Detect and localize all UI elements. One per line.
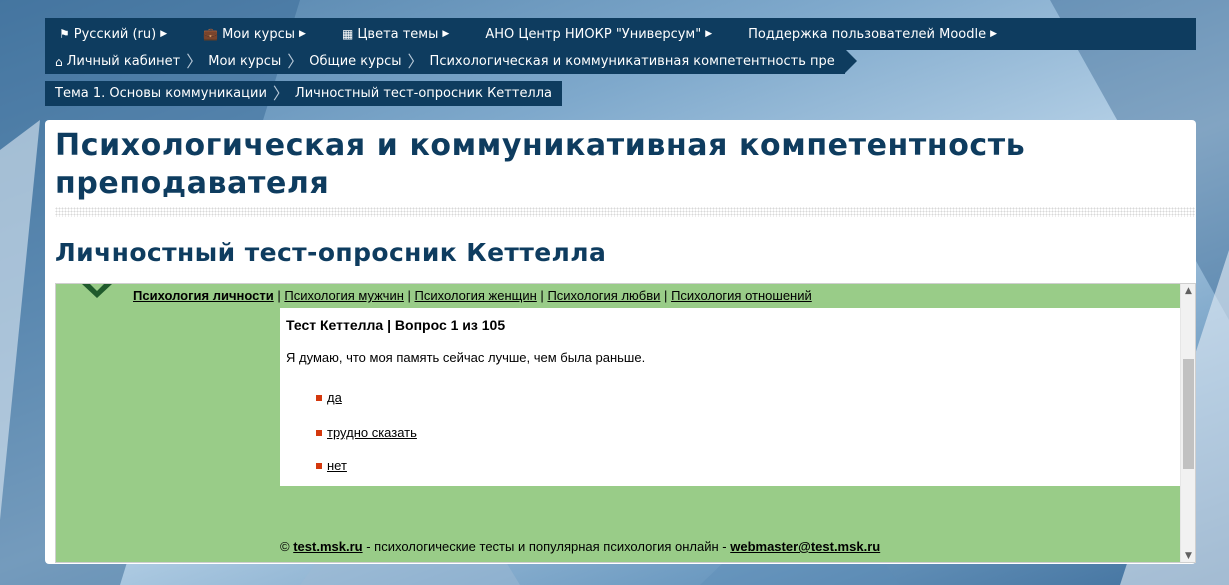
- topic-link-love[interactable]: Психология любви: [547, 288, 660, 303]
- nav-item-label: Цвета темы: [357, 26, 439, 42]
- site-link[interactable]: test.msk.ru: [293, 539, 362, 554]
- bullet-icon: [316, 462, 322, 469]
- breadcrumb-general-courses[interactable]: Общие курсы: [309, 54, 401, 69]
- flag-icon: ⚑: [59, 27, 70, 41]
- scrollbar-thumb[interactable]: [1183, 359, 1194, 469]
- frame-scrollbar[interactable]: ▲ ▼: [1180, 284, 1195, 562]
- chevron-down-icon: [82, 284, 112, 298]
- embedded-test-frame[interactable]: Психология личности | Психология мужчин …: [55, 283, 1196, 563]
- caret-right-icon: ▶: [442, 29, 450, 39]
- divider: [55, 207, 1195, 217]
- breadcrumb-separator-icon: 〉: [407, 51, 424, 71]
- grid-icon: ▦: [341, 27, 354, 41]
- nav-item-my-courses[interactable]: 💼 Мои курсы ▶: [203, 27, 306, 42]
- footer-description: - психологические тесты и популярная пси…: [366, 539, 727, 554]
- nav-item-label: Поддержка пользователей Moodle: [748, 26, 987, 42]
- breadcrumb-secondary: Тема 1. Основы коммуникации 〉 Личностный…: [45, 81, 563, 106]
- nav-item-organization[interactable]: АНО Центр НИОКР "Универсум" ▶: [485, 27, 712, 42]
- topic-link-women[interactable]: Психология женщин: [415, 288, 537, 303]
- answer-option: да: [316, 390, 342, 405]
- breadcrumb-my-courses[interactable]: Мои курсы: [208, 54, 281, 69]
- bullet-icon: [316, 394, 322, 401]
- scroll-down-icon[interactable]: ▼: [1181, 549, 1195, 562]
- breadcrumb-course[interactable]: Психологическая и коммуникативная компет…: [430, 54, 835, 69]
- breadcrumb-dashboard[interactable]: Личный кабинет: [67, 54, 181, 69]
- page-title: Личностный тест-опросник Кеттелла: [55, 238, 607, 267]
- breadcrumb-topic[interactable]: Тема 1. Основы коммуникации: [55, 86, 267, 101]
- course-title: Психологическая и коммуникативная компет…: [55, 128, 1026, 201]
- topic-separator: |: [540, 288, 544, 303]
- answer-no-link[interactable]: нет: [327, 458, 347, 473]
- topic-bar: Психология личности | Психология мужчин …: [56, 284, 1181, 308]
- nav-item-language[interactable]: ⚑ Русский ‎(ru)‎ ▶: [59, 27, 167, 42]
- main-content: Психологическая и коммуникативная компет…: [45, 120, 1196, 564]
- caret-right-icon: ▶: [990, 29, 998, 39]
- nav-item-theme-colors[interactable]: ▦ Цвета темы ▶: [342, 27, 449, 42]
- caret-right-icon: ▶: [299, 29, 306, 39]
- nav-item-label: АНО Центр НИОКР "Универсум": [485, 26, 702, 42]
- nav-item-moodle-support[interactable]: Поддержка пользователей Moodle ▶: [748, 27, 997, 42]
- breadcrumb: ⌂ Личный кабинет 〉 Мои курсы 〉 Общие кур…: [45, 49, 857, 74]
- copyright-symbol: ©: [280, 539, 290, 554]
- scroll-up-icon[interactable]: ▲: [1181, 284, 1195, 299]
- breadcrumb-separator-icon: 〉: [186, 51, 203, 71]
- nav-item-label: Русский ‎(ru)‎: [73, 26, 157, 42]
- topic-link-personality[interactable]: Психология личности: [133, 288, 274, 303]
- top-navigation: ⚑ Русский ‎(ru)‎ ▶ 💼 Мои курсы ▶ ▦ Цвета…: [45, 18, 1196, 50]
- briefcase-icon: 💼: [203, 27, 219, 41]
- caret-right-icon: ▶: [160, 29, 168, 39]
- answer-yes-link[interactable]: да: [327, 390, 342, 405]
- topic-link-men[interactable]: Психология мужчин: [284, 288, 404, 303]
- left-column: [56, 308, 280, 486]
- footer-text: © test.msk.ru - психологические тесты и …: [280, 539, 880, 554]
- bullet-icon: [316, 429, 322, 436]
- question-text: Я думаю, что моя память сейчас лучше, че…: [286, 350, 646, 365]
- answer-option: нет: [316, 458, 347, 473]
- breadcrumb-current-activity[interactable]: Личностный тест-опросник Кеттелла: [295, 86, 552, 101]
- topic-separator: |: [277, 288, 281, 303]
- question-area: Тест Кеттелла | Вопрос 1 из 105 Я думаю,…: [286, 308, 1166, 486]
- answer-option: трудно сказать: [316, 425, 417, 440]
- nav-item-label: Мои курсы: [222, 26, 296, 42]
- caret-right-icon: ▶: [705, 29, 713, 39]
- breadcrumb-separator-icon: 〉: [272, 83, 289, 103]
- answer-unsure-link[interactable]: трудно сказать: [327, 425, 417, 440]
- topic-link-relationships[interactable]: Психология отношений: [671, 288, 812, 303]
- topic-links: Психология личности | Психология мужчин …: [133, 288, 812, 303]
- email-link[interactable]: webmaster@test.msk.ru: [730, 539, 880, 554]
- home-icon: ⌂: [55, 54, 63, 69]
- frame-content: Психология личности | Психология мужчин …: [56, 284, 1181, 562]
- question-header: Тест Кеттелла | Вопрос 1 из 105: [286, 317, 506, 333]
- breadcrumb-separator-icon: 〉: [287, 51, 304, 71]
- topic-separator: |: [407, 288, 411, 303]
- breadcrumb-tip: [844, 49, 857, 73]
- frame-footer: © test.msk.ru - психологические тесты и …: [56, 486, 1181, 562]
- topic-separator: |: [664, 288, 668, 303]
